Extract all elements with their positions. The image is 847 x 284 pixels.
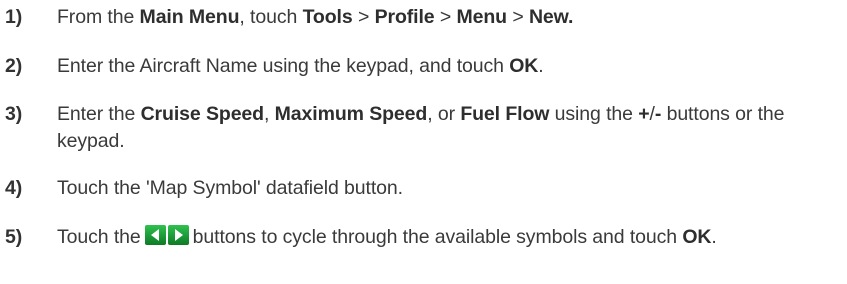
instruction-steps: 1) From the Main Menu, touch Tools > Pro…: [0, 0, 847, 284]
field-name-maximum-speed: Maximum Speed: [274, 103, 428, 125]
text-run: >: [507, 6, 529, 28]
step-number: 4): [5, 177, 23, 199]
menu-name-new: New.: [528, 6, 574, 28]
field-name-fuel-flow: Fuel Flow: [460, 103, 550, 125]
text-run: >: [352, 6, 375, 28]
step-number: 3): [5, 103, 23, 125]
text-run: , or: [427, 103, 461, 125]
plus-symbol: +: [638, 103, 650, 125]
step-text: Touch the buttons to cycle through the a…: [57, 224, 843, 251]
text-run: Touch the 'Map Symbol' datafield button.: [57, 177, 403, 199]
step-text: From the Main Menu, touch Tools > Profil…: [57, 4, 843, 31]
left-right-arrow-buttons-icon: [144, 225, 189, 245]
menu-name-menu: Menu: [456, 6, 507, 28]
menu-name-main-menu: Main Menu: [139, 6, 240, 28]
text-run: Touch the: [57, 226, 141, 248]
text-run: From the: [57, 6, 140, 28]
step-number: 5): [5, 226, 23, 248]
text-run: >: [434, 6, 457, 28]
step-text: Touch the 'Map Symbol' datafield button.: [57, 175, 843, 202]
button-name-ok: OK: [682, 226, 712, 248]
step-text: Enter the Cruise Speed, Maximum Speed, o…: [57, 101, 843, 155]
text-run: using the: [549, 103, 639, 125]
button-name-ok: OK: [509, 55, 539, 77]
text-run: .: [711, 226, 717, 248]
menu-name-profile: Profile: [374, 6, 435, 28]
field-name-cruise-speed: Cruise Speed: [140, 103, 265, 125]
text-run: Enter the Aircraft Name using the keypad…: [57, 55, 510, 77]
text-run: .: [538, 55, 544, 77]
text-run: ,: [264, 103, 275, 125]
text-run: buttons to cycle through the available s…: [192, 226, 683, 248]
step-number: 1): [5, 6, 23, 28]
text-run: , touch: [239, 6, 303, 28]
menu-name-tools: Tools: [302, 6, 353, 28]
step-text: Enter the Aircraft Name using the keypad…: [57, 53, 843, 80]
step-number: 2): [5, 55, 23, 77]
text-run: Enter the: [57, 103, 141, 125]
